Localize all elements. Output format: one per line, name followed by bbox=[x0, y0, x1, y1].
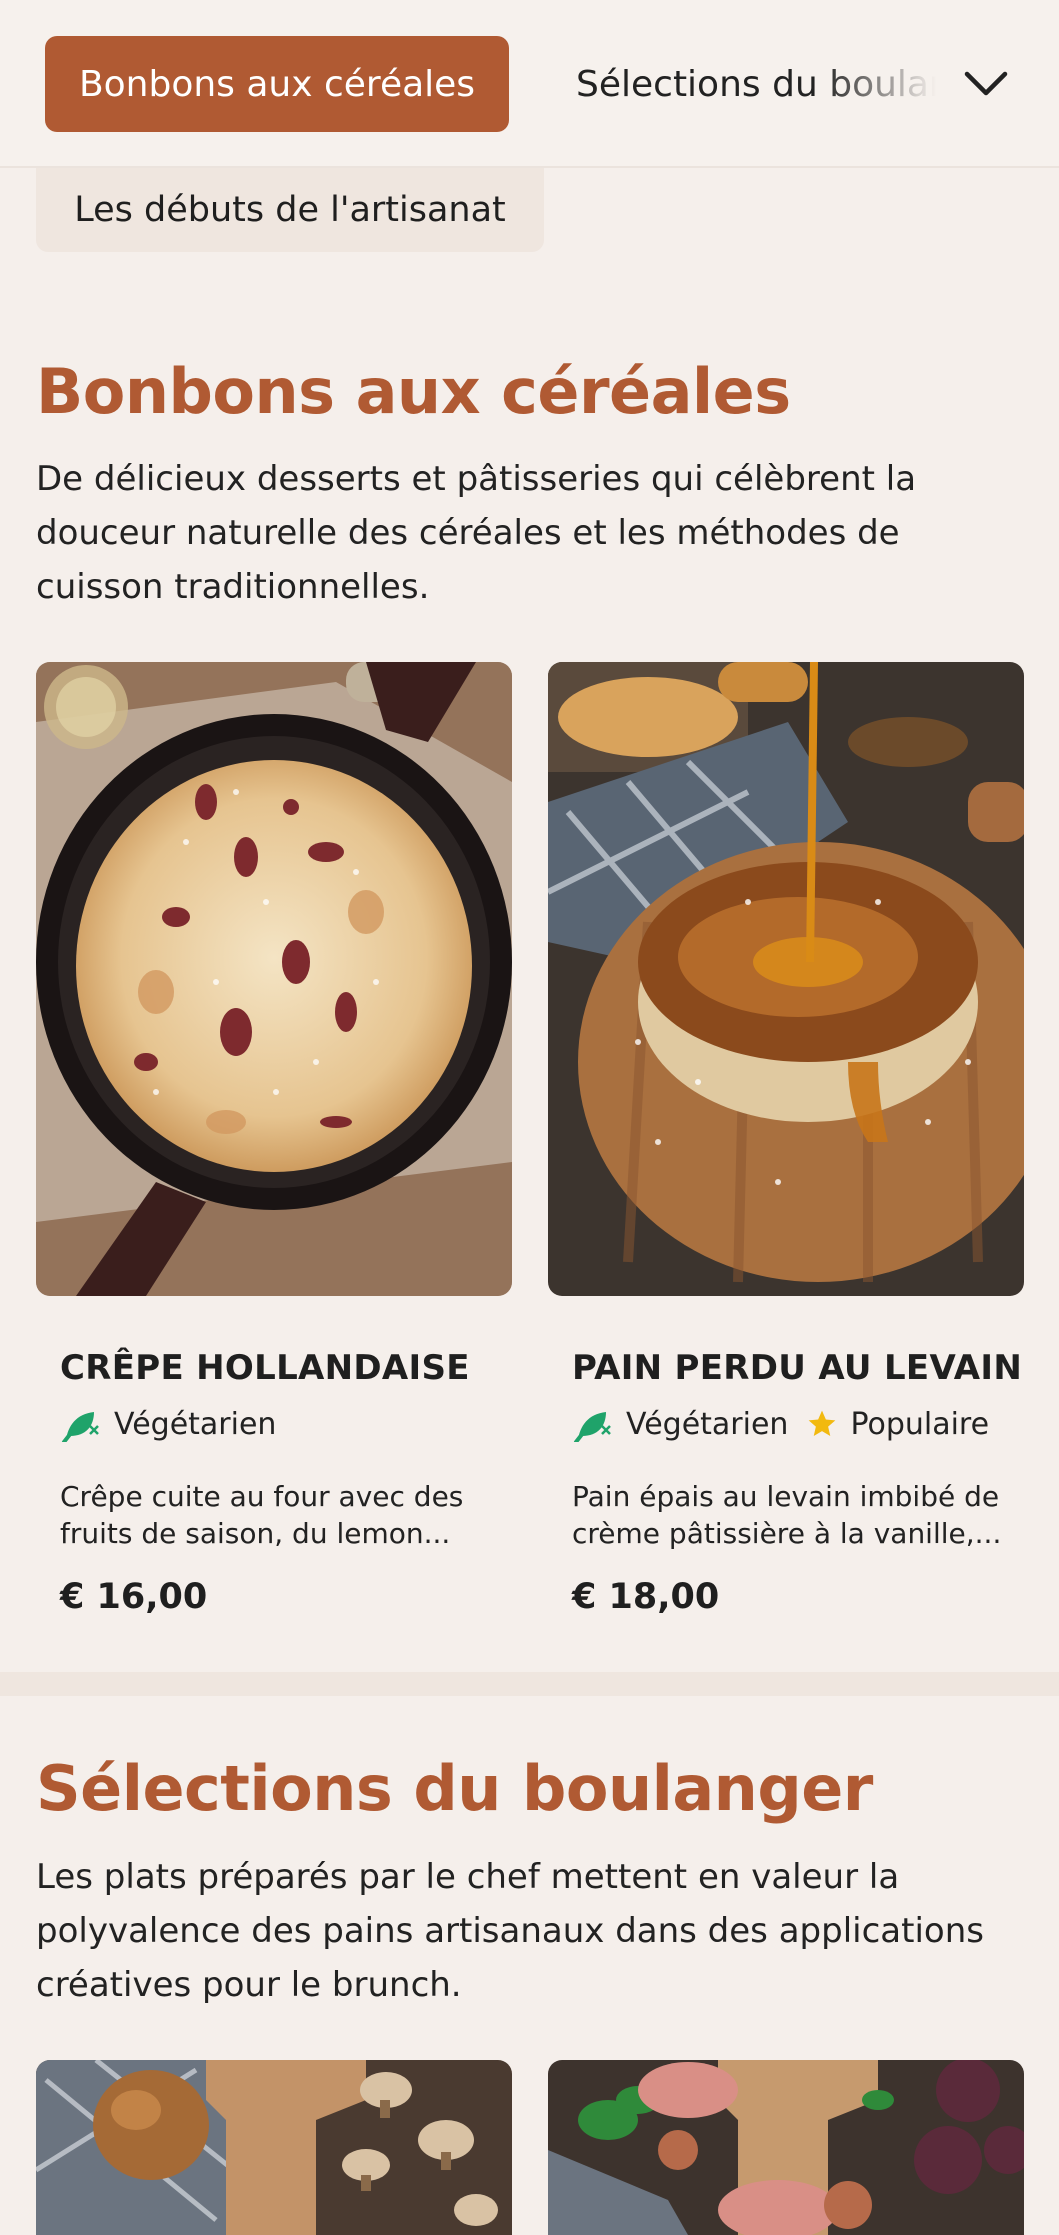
leaf-icon bbox=[574, 1412, 611, 1442]
leaf-icon bbox=[62, 1412, 99, 1442]
tag-vegetarian: Végétarien bbox=[572, 1406, 788, 1442]
category-tab-next[interactable]: Sélections du boulanger bbox=[576, 36, 936, 132]
category-nav-bar: Bonbons aux céréales Sélections du boula… bbox=[0, 0, 1059, 168]
section-title: Bonbons aux céréales bbox=[36, 355, 791, 428]
menu-item-image[interactable] bbox=[36, 662, 512, 1296]
section-title: Sélections du boulanger bbox=[36, 1752, 873, 1825]
menu-item-image[interactable] bbox=[548, 2060, 1024, 2235]
menu-item-image[interactable] bbox=[36, 2060, 512, 2235]
category-dropdown-item[interactable]: Les débuts de l'artisanat bbox=[36, 168, 544, 252]
menu-item-tags: Végétarien bbox=[60, 1406, 294, 1442]
tag-label: Populaire bbox=[850, 1406, 990, 1442]
star-icon bbox=[809, 1410, 836, 1436]
french-toast-photo bbox=[548, 662, 1024, 1296]
fig-prosciutto-board-photo bbox=[548, 2060, 1024, 2235]
menu-item-description: Pain épais au levain imbibé de crème pât… bbox=[572, 1480, 1002, 1550]
menu-item-description: Crêpe cuite au four avec des fruits de s… bbox=[60, 1480, 464, 1550]
menu-item-name[interactable]: CRÊPE HOLLANDAISE bbox=[60, 1348, 470, 1388]
menu-item-tags: Végétarien Populaire bbox=[572, 1406, 1007, 1442]
section-description: De délicieux desserts et pâtisseries qui… bbox=[36, 459, 917, 607]
mushroom-board-photo bbox=[36, 2060, 512, 2235]
section-description: Les plats préparés par le chef mettent e… bbox=[36, 1857, 984, 2005]
menu-item-name[interactable]: PAIN PERDU AU LEVAIN bbox=[572, 1348, 1022, 1388]
menu-item-price: € 18,00 bbox=[572, 1577, 720, 1617]
dutch-baby-pancake-photo bbox=[36, 662, 512, 1296]
section-divider bbox=[0, 1672, 1059, 1696]
tag-vegetarian: Végétarien bbox=[60, 1406, 276, 1442]
tag-popular: Populaire bbox=[806, 1407, 989, 1442]
chevron-down-icon[interactable] bbox=[960, 60, 1012, 108]
menu-item-image[interactable] bbox=[548, 662, 1024, 1296]
menu-item-price: € 16,00 bbox=[60, 1577, 208, 1617]
tag-label: Végétarien bbox=[114, 1406, 277, 1442]
category-tab-active[interactable]: Bonbons aux céréales bbox=[45, 36, 509, 132]
tag-label: Végétarien bbox=[626, 1406, 789, 1442]
